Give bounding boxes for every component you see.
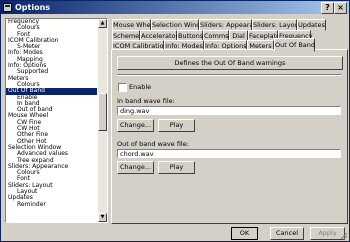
- tree-item[interactable]: Reminder: [6, 201, 97, 208]
- title-bar: Options ? ×: [1, 1, 349, 14]
- tab-out-of-band[interactable]: Out Of Band: [274, 38, 315, 52]
- resize-grip-icon[interactable]: [339, 231, 348, 240]
- window-title: Options: [15, 3, 51, 12]
- define-warnings-button[interactable]: Defines the Out Of Band warnings: [117, 56, 343, 70]
- options-window: Options ? × Frequency Colours Font ICOM Cal…: [0, 0, 350, 242]
- in-band-play-button[interactable]: Play: [158, 119, 195, 132]
- in-band-change-button[interactable]: Change...: [117, 119, 154, 132]
- ok-button[interactable]: OK: [231, 227, 258, 240]
- in-band-file-field[interactable]: ding.wav: [117, 106, 341, 115]
- enable-label: Enable: [129, 83, 152, 91]
- out-band-play-button[interactable]: Play: [158, 161, 195, 174]
- scroll-thumb[interactable]: [98, 93, 107, 131]
- options-tree[interactable]: Frequency Colours Font ICOM Calibration S-Me…: [5, 18, 108, 223]
- out-of-band-panel: Defines the Out Of Band warnings Enable …: [111, 49, 348, 224]
- tree-list: Frequency Colours Font ICOM Calibration S-Me…: [6, 19, 97, 208]
- separator: [117, 74, 341, 76]
- tree-scrollbar[interactable]: ▲ ▼: [98, 19, 107, 222]
- out-band-label: Out of band wave file:: [117, 140, 189, 148]
- app-icon: [3, 3, 12, 12]
- scroll-down-icon[interactable]: ▼: [98, 213, 107, 222]
- cancel-button[interactable]: Cancel: [270, 227, 304, 240]
- out-band-change-button[interactable]: Change...: [117, 161, 154, 174]
- enable-checkbox[interactable]: [118, 83, 127, 92]
- scroll-up-icon[interactable]: ▲: [98, 19, 107, 28]
- out-band-file-field[interactable]: chord.wav: [117, 149, 341, 158]
- help-button[interactable]: ?: [321, 2, 334, 14]
- in-band-label: In band wave file:: [117, 97, 175, 105]
- close-button[interactable]: ×: [334, 2, 347, 14]
